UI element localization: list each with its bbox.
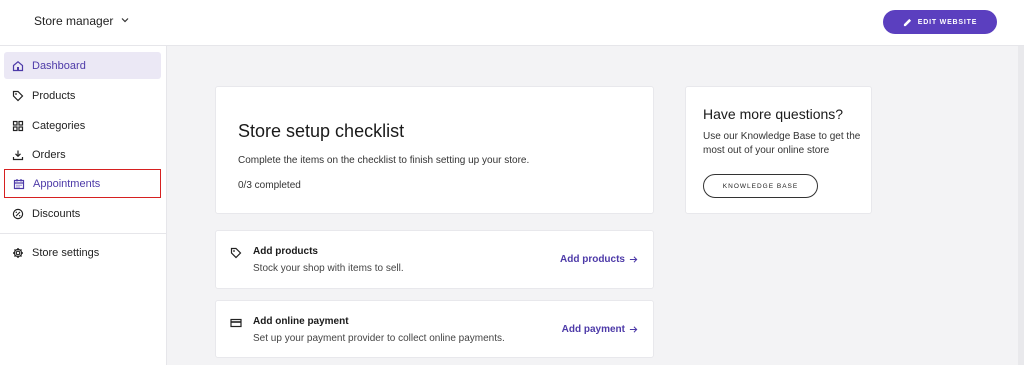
edit-website-button[interactable]: EDIT WEBSITE bbox=[883, 10, 997, 34]
checklist-description: Complete the items on the checklist to f… bbox=[238, 155, 530, 166]
checklist-title: Store setup checklist bbox=[238, 121, 405, 141]
sidebar-item-label: Orders bbox=[32, 148, 66, 161]
top-bar: Store manager EDIT WEBSITE bbox=[0, 0, 1024, 46]
grid-icon bbox=[12, 120, 24, 131]
calendar-icon bbox=[13, 178, 25, 189]
credit-card-icon bbox=[230, 318, 242, 328]
sidebar-item-label: Dashboard bbox=[32, 59, 86, 72]
chevron-down-icon bbox=[121, 15, 129, 26]
sidebar-item-dashboard[interactable]: Dashboard bbox=[4, 52, 161, 79]
store-switcher-label: Store manager bbox=[34, 14, 114, 28]
sidebar-item-label: Products bbox=[32, 89, 76, 102]
task-description: Stock your shop with items to sell. bbox=[253, 263, 404, 274]
task-link-label: Add products bbox=[560, 254, 625, 265]
sidebar-divider bbox=[0, 233, 166, 234]
tag-icon bbox=[12, 90, 24, 101]
knowledge-base-button[interactable]: KNOWLEDGE BASE bbox=[703, 174, 818, 198]
help-title: Have more questions? bbox=[703, 106, 844, 122]
task-link-label: Add payment bbox=[561, 324, 625, 335]
home-icon bbox=[12, 60, 24, 71]
sidebar-item-products[interactable]: Products bbox=[4, 82, 161, 109]
scrollbar-track[interactable] bbox=[1018, 46, 1024, 365]
arrow-right-icon bbox=[629, 326, 638, 333]
arrow-right-icon bbox=[629, 256, 638, 263]
task-title: Add products bbox=[253, 246, 318, 257]
task-add-products: Add products Stock your shop with items … bbox=[215, 230, 654, 289]
add-products-link[interactable]: Add products bbox=[560, 254, 638, 265]
store-switcher[interactable]: Store manager bbox=[34, 14, 129, 28]
sidebar-item-discounts[interactable]: Discounts bbox=[4, 200, 161, 227]
checklist-progress: 0/3 completed bbox=[238, 180, 301, 191]
discount-badge-icon bbox=[12, 208, 24, 219]
sidebar-item-label: Categories bbox=[32, 119, 86, 132]
sidebar-item-categories[interactable]: Categories bbox=[4, 112, 161, 139]
download-tray-icon bbox=[12, 150, 24, 160]
sidebar-item-label: Appointments bbox=[33, 177, 101, 190]
tag-icon bbox=[230, 247, 242, 259]
pencil-icon bbox=[903, 18, 911, 26]
sidebar-item-label: Discounts bbox=[32, 207, 81, 220]
sidebar-item-orders[interactable]: Orders bbox=[4, 141, 161, 168]
task-add-online-payment: Add online payment Set up your payment p… bbox=[215, 300, 654, 358]
edit-website-label: EDIT WEBSITE bbox=[917, 18, 978, 26]
gear-icon bbox=[13, 247, 23, 258]
store-setup-checklist-card: Store setup checklist Complete the items… bbox=[215, 86, 654, 214]
sidebar-item-appointments[interactable]: Appointments bbox=[4, 169, 161, 198]
add-payment-link[interactable]: Add payment bbox=[562, 324, 638, 335]
help-card: Have more questions? Use our Knowledge B… bbox=[685, 86, 872, 214]
sidebar-item-store-settings[interactable]: Store settings bbox=[4, 239, 161, 266]
sidebar-item-label: Store settings bbox=[32, 246, 100, 259]
help-description: Use our Knowledge Base to get the most o… bbox=[703, 131, 861, 156]
sidebar: Dashboard Products Categories Orders App… bbox=[0, 46, 167, 365]
task-title: Add online payment bbox=[253, 316, 349, 327]
task-description: Set up your payment provider to collect … bbox=[253, 333, 505, 344]
